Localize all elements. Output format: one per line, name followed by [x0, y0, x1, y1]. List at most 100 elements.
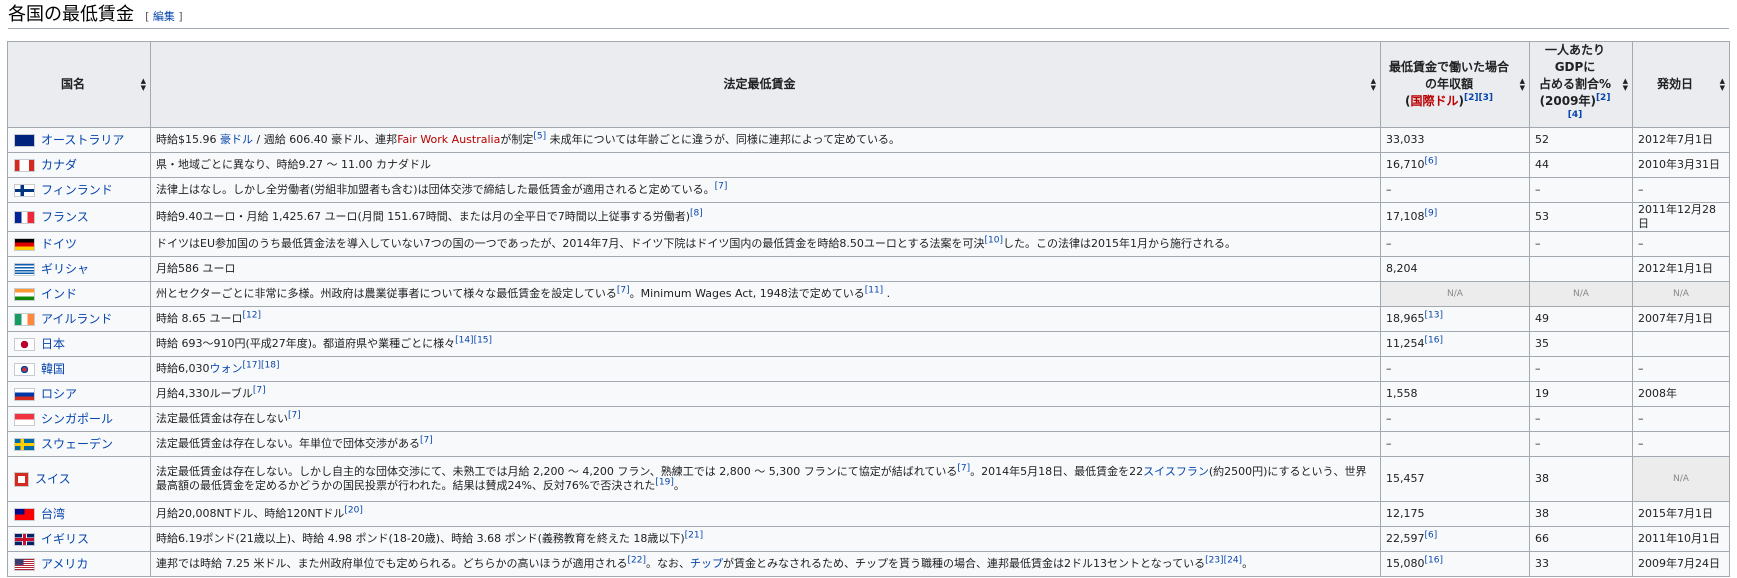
india-flag-icon: [14, 287, 35, 301]
reference-link[interactable]: [2][3]: [1464, 93, 1493, 103]
gdp-cell: [1529, 256, 1633, 282]
reference-link[interactable]: [7]: [957, 463, 970, 473]
reference-link[interactable]: [11]: [865, 285, 883, 295]
section-heading: 各国の最低賃金 [ 編集 ]: [8, 2, 1729, 29]
reference-link[interactable]: [7]: [715, 181, 728, 191]
reference-link[interactable]: [22]: [627, 555, 645, 565]
fair-work-australia-link[interactable]: Fair Work Australia: [397, 133, 500, 146]
reference-link[interactable]: [6]: [1425, 156, 1438, 166]
reference-link[interactable]: [12]: [243, 310, 261, 320]
reference-link[interactable]: [6]: [1425, 530, 1438, 540]
reference-link[interactable]: [17]: [243, 360, 261, 370]
sort-icon: ▲ ▼: [1519, 76, 1525, 92]
table-row: スウェーデン 法定最低賃金は存在しない。年単位で団体交渉がある[7] – – –: [7, 431, 1730, 457]
reference-link[interactable]: [7]: [253, 385, 266, 395]
annual-cell: –: [1380, 431, 1530, 457]
country-link[interactable]: 韓国: [41, 362, 65, 376]
reference-link[interactable]: [10]: [985, 235, 1003, 245]
law-cell: 月給20,008NTドル、時給120NTドル[20]: [150, 501, 1381, 527]
law-cell: 時給6,030ウォン[17][18]: [150, 356, 1381, 382]
column-header-effective-date[interactable]: 発効日 ▲ ▼: [1632, 41, 1730, 128]
annual-cell: 18,965[13]: [1380, 306, 1530, 332]
sweden-flag-icon: [14, 437, 35, 451]
country-cell: インド: [7, 281, 151, 307]
country-link[interactable]: アメリカ: [41, 557, 88, 571]
country-link[interactable]: スウェーデン: [41, 437, 113, 451]
table-row: 台湾 月給20,008NTドル、時給120NTドル[20] 12,175 38 …: [7, 501, 1730, 527]
annual-cell: 33,033: [1380, 127, 1530, 153]
date-cell: –: [1632, 177, 1730, 203]
column-header-annual[interactable]: 最低賃金で働いた場合 の年収額 (国際ドル)[2][3] ▲ ▼: [1380, 41, 1530, 128]
country-link[interactable]: シンガポール: [41, 412, 113, 426]
gdp-cell: –: [1529, 406, 1633, 432]
law-cell: 法定最低賃金は存在しない。年単位で団体交渉がある[7]: [150, 431, 1381, 457]
japan-flag-icon: [14, 337, 35, 351]
country-link[interactable]: オーストラリア: [41, 133, 124, 147]
date-cell: N/A: [1632, 281, 1730, 307]
law-cell: 時給6.19ポンド(21歳以上)、時給 4.98 ポンド(18-20歳)、時給 …: [150, 526, 1381, 552]
country-link[interactable]: インド: [41, 287, 77, 301]
reference-link[interactable]: [7]: [288, 410, 301, 420]
column-header-law[interactable]: 法定最低賃金 ▲ ▼: [150, 41, 1381, 128]
annual-cell: 16,710[6]: [1380, 152, 1530, 178]
date-cell: 2012年7月1日: [1632, 127, 1730, 153]
tip-link[interactable]: チップ: [690, 557, 723, 570]
country-link[interactable]: カナダ: [41, 158, 77, 172]
country-link[interactable]: ギリシャ: [41, 262, 89, 276]
reference-link[interactable]: [19]: [655, 477, 673, 487]
country-link[interactable]: イギリス: [41, 532, 89, 546]
minimum-wage-table: 国名 ▲ ▼ 法定最低賃金 ▲ ▼ 最低賃金で働いた場合 の年収額 (国際ドル)[2][3]…: [7, 41, 1730, 577]
reference-link[interactable]: [7]: [420, 435, 433, 445]
reference-link[interactable]: [16]: [1425, 555, 1443, 565]
international-dollar-link[interactable]: 国際ドル: [1411, 94, 1459, 108]
gdp-cell: 33: [1529, 551, 1633, 577]
page: 各国の最低賃金 [ 編集 ] 国名 ▲ ▼ 法定最低賃金 ▲ ▼ 最低賃金で働いた場合の…: [0, 0, 1737, 578]
country-link[interactable]: フランス: [41, 210, 89, 224]
reference-link[interactable]: [9]: [1425, 208, 1438, 218]
won-link[interactable]: ウォン: [210, 362, 243, 375]
country-cell: フランス: [7, 202, 151, 232]
gdp-cell: 66: [1529, 526, 1633, 552]
reference-link[interactable]: [20]: [344, 505, 362, 515]
table-row: フランス 時給9.40ユーロ・月給 1,425.67 ユーロ(月間 151.67…: [7, 202, 1730, 232]
reference-link[interactable]: [5]: [533, 131, 546, 141]
country-link[interactable]: フィンランド: [41, 183, 113, 197]
edit-section: [ 編集 ]: [145, 10, 183, 23]
date-cell: 2010年3月31日: [1632, 152, 1730, 178]
finland-flag-icon: [14, 183, 35, 197]
column-header-gdp-ratio[interactable]: 一人あたり GDPに 占める割合% (2009年)[2][4] ▲ ▼: [1529, 41, 1633, 128]
reference-link[interactable]: [18]: [261, 360, 279, 370]
law-cell: 県・地域ごとに異なり、時給9.27 〜 11.00 カナダドル: [150, 152, 1381, 178]
reference-link[interactable]: [8]: [690, 208, 703, 218]
gdp-cell: 49: [1529, 306, 1633, 332]
country-link[interactable]: 台湾: [41, 507, 65, 521]
country-link[interactable]: アイルランド: [41, 312, 112, 326]
column-header-country[interactable]: 国名 ▲ ▼: [7, 41, 151, 128]
annual-cell: N/A: [1380, 281, 1530, 307]
reference-link[interactable]: [7]: [617, 285, 630, 295]
korea-flag-icon: [14, 362, 35, 376]
country-link[interactable]: 日本: [41, 337, 65, 351]
annual-cell: 12,175: [1380, 501, 1530, 527]
reference-link[interactable]: [23]: [1205, 555, 1223, 565]
country-cell: ドイツ: [7, 231, 151, 257]
country-link[interactable]: スイス: [35, 472, 71, 486]
table-row: シンガポール 法定最低賃金は存在しない[7] – – –: [7, 406, 1730, 432]
reference-link[interactable]: [16]: [1425, 335, 1443, 345]
table-row: フィンランド 法律上はなし。しかし全労働者(労組非加盟者も含む)は団体交渉で締結…: [7, 177, 1730, 203]
date-cell: 2011年10月1日: [1632, 526, 1730, 552]
aud-link[interactable]: 豪ドル: [220, 133, 253, 146]
sort-icon: ▲ ▼: [1622, 76, 1628, 92]
edit-link[interactable]: 編集: [153, 10, 175, 23]
reference-link[interactable]: [13]: [1425, 310, 1443, 320]
reference-link[interactable]: [21]: [685, 530, 703, 540]
swiss-franc-link[interactable]: スイスフラン: [1143, 465, 1209, 478]
date-cell: –: [1632, 356, 1730, 382]
reference-link[interactable]: [24]: [1224, 555, 1242, 565]
reference-link[interactable]: [15]: [474, 335, 492, 345]
country-link[interactable]: ドイツ: [41, 237, 77, 251]
country-link[interactable]: ロシア: [41, 387, 77, 401]
law-cell: 月給4,330ルーブル[7]: [150, 381, 1381, 407]
annual-cell: 11,254[16]: [1380, 331, 1530, 357]
reference-link[interactable]: [14]: [455, 335, 473, 345]
